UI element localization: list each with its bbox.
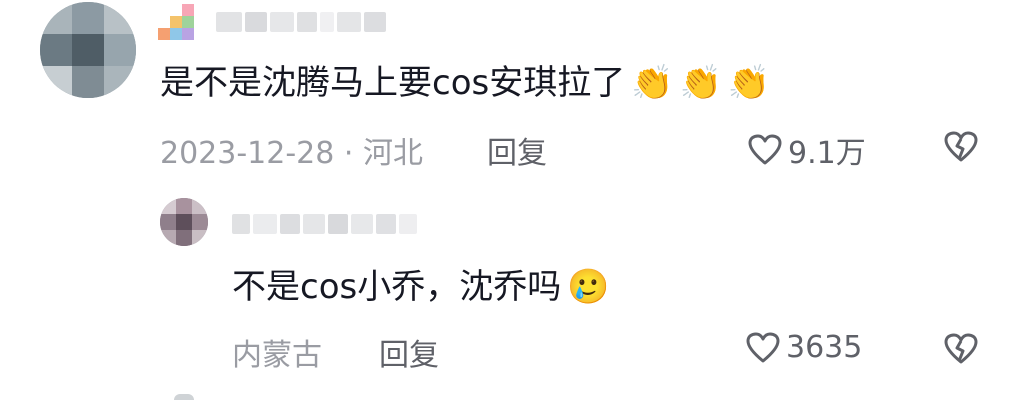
reply-text: 不是cos小乔，沈乔吗 🥲	[232, 267, 610, 307]
holding-back-tears-emoji: 🥲	[567, 267, 610, 307]
username-badge	[158, 4, 206, 48]
dislike-button[interactable]	[944, 131, 978, 167]
reply-username[interactable]	[232, 214, 417, 234]
heart-outline-icon	[746, 332, 780, 362]
like-button[interactable]: 3635	[746, 330, 862, 365]
broken-heart-icon	[944, 333, 978, 364]
reply-location: 内蒙古	[232, 338, 322, 373]
reply-avatar[interactable]	[160, 198, 208, 246]
like-count: 9.1万	[788, 136, 866, 171]
next-comment-avatar	[160, 392, 208, 400]
clap-emoji: 👏👏👏	[631, 63, 777, 103]
reply-button[interactable]: 回复	[487, 128, 547, 172]
like-count: 3635	[786, 330, 863, 365]
username[interactable]	[216, 12, 386, 32]
comment-text: 是不是沈腾马上要cos安琪拉了 👏👏👏	[160, 63, 777, 103]
heart-outline-icon	[748, 134, 782, 165]
comment-date-location: 2023-12-28 · 河北	[160, 136, 423, 171]
broken-heart-icon	[944, 131, 978, 162]
dislike-button[interactable]	[944, 333, 978, 369]
reply-button[interactable]: 回复	[379, 330, 439, 374]
avatar[interactable]	[40, 2, 136, 98]
like-button[interactable]: 9.1万	[748, 128, 866, 172]
